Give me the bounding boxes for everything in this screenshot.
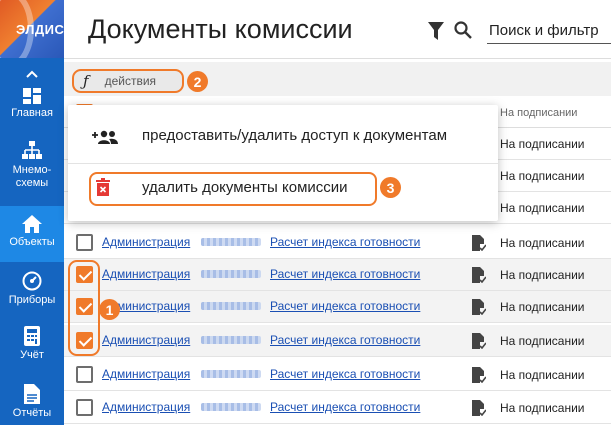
search-icon[interactable]	[454, 21, 472, 39]
document-sign-icon[interactable]	[472, 299, 486, 315]
organization-link[interactable]: Администрация	[102, 367, 190, 381]
menu-divider	[68, 163, 498, 164]
callout-delete-highlight	[89, 172, 377, 206]
document-sign-icon[interactable]	[472, 267, 486, 283]
sidebar: ЭЛДИС Главная Мнемо- схемы Объекты Прибо…	[0, 0, 64, 425]
redacted-text	[201, 370, 261, 378]
row-checkbox[interactable]	[76, 399, 93, 416]
hierarchy-icon	[22, 141, 42, 159]
callout-2: 2	[187, 71, 208, 92]
redacted-text	[201, 302, 261, 310]
status-cell: На подписании	[500, 401, 585, 415]
organization-link[interactable]: Администрация	[102, 267, 190, 281]
callout-checkbox-highlight	[68, 260, 100, 356]
status-cell: На подписании	[500, 201, 585, 215]
calculator-icon	[24, 326, 40, 346]
document-link[interactable]: Расчет индекса готовности	[270, 333, 420, 347]
sidebar-item-reports[interactable]: Отчёты	[0, 384, 64, 424]
redacted-text	[201, 270, 261, 278]
table-row[interactable]: Администрация Расчет индекса готовности …	[64, 227, 611, 259]
logo-text: ЭЛДИС	[16, 22, 64, 37]
dashboard-icon	[23, 88, 41, 104]
home-icon	[22, 215, 42, 233]
row-checkbox[interactable]	[76, 234, 93, 251]
organization-link[interactable]: Администрация	[102, 400, 190, 414]
redacted-text	[201, 403, 261, 411]
filter-icon[interactable]	[428, 22, 444, 40]
sidebar-item-mnemo[interactable]: Мнемо- схемы	[0, 141, 64, 197]
table-row[interactable]: Администрация Расчет индекса готовности …	[64, 359, 611, 391]
status-cell: На подписании	[500, 236, 585, 250]
status-cell: На подписании	[500, 300, 585, 314]
actions-label: действия	[104, 74, 157, 88]
table-row[interactable]: Администрация Расчет индекса готовности …	[64, 291, 611, 323]
document-sign-icon[interactable]	[472, 333, 486, 349]
sidebar-item-home[interactable]: Главная	[0, 88, 64, 122]
document-link[interactable]: Расчет индекса готовности	[270, 299, 420, 313]
status-cell: На подписании	[500, 334, 585, 348]
organization-link[interactable]: Администрация	[102, 333, 190, 347]
sidebar-item-label: Мнемо- схемы	[12, 164, 52, 189]
column-header-status: На подписании	[500, 107, 578, 119]
function-icon: ƒ	[83, 72, 89, 90]
status-cell: На подписании	[500, 137, 585, 151]
sidebar-item-objects[interactable]: Объекты	[0, 206, 64, 262]
sidebar-item-label: Приборы	[8, 294, 56, 306]
gauge-icon	[22, 271, 42, 291]
callout-3: 3	[380, 177, 401, 198]
redacted-text	[201, 336, 261, 344]
sidebar-item-devices[interactable]: Приборы	[0, 271, 64, 311]
status-cell: На подписании	[500, 368, 585, 382]
organization-link[interactable]: Администрация	[102, 235, 190, 249]
menu-item-label: предоставить/удалить доступ к документам	[142, 127, 448, 144]
page-title: Документы комиссии	[88, 14, 353, 44]
document-sign-icon[interactable]	[472, 235, 486, 251]
add-people-icon	[92, 130, 118, 144]
table-row[interactable]: Администрация Расчет индекса готовности …	[64, 392, 611, 424]
redacted-text	[201, 238, 261, 246]
status-cell: На подписании	[500, 268, 585, 282]
document-link[interactable]: Расчет индекса готовности	[270, 267, 420, 281]
document-link[interactable]: Расчет индекса готовности	[270, 367, 420, 381]
chevron-up-icon[interactable]	[24, 66, 40, 82]
document-sign-icon[interactable]	[472, 400, 486, 416]
document-link[interactable]: Расчет индекса готовности	[270, 235, 420, 249]
sidebar-item-label: Учёт	[20, 349, 44, 361]
table-row[interactable]: Администрация Расчет индекса готовности …	[64, 259, 611, 291]
status-cell: На подписании	[500, 169, 585, 183]
row-checkbox[interactable]	[76, 366, 93, 383]
table-row[interactable]: Администрация Расчет индекса готовности …	[64, 325, 611, 357]
document-sign-icon[interactable]	[472, 367, 486, 383]
menu-item-manage-access[interactable]: предоставить/удалить доступ к документам	[68, 109, 498, 163]
sidebar-item-accounting[interactable]: Учёт	[0, 326, 64, 366]
report-icon	[24, 384, 40, 404]
header-divider	[64, 58, 611, 59]
document-link[interactable]: Расчет индекса готовности	[270, 400, 420, 414]
callout-1: 1	[99, 299, 120, 320]
sidebar-item-label: Главная	[11, 107, 53, 119]
sidebar-item-label: Объекты	[9, 236, 55, 248]
actions-button[interactable]: ƒ действия	[72, 69, 184, 93]
search-input[interactable]	[487, 18, 611, 44]
app-logo[interactable]: ЭЛДИС	[0, 0, 64, 58]
sidebar-item-label: Отчёты	[12, 407, 52, 419]
